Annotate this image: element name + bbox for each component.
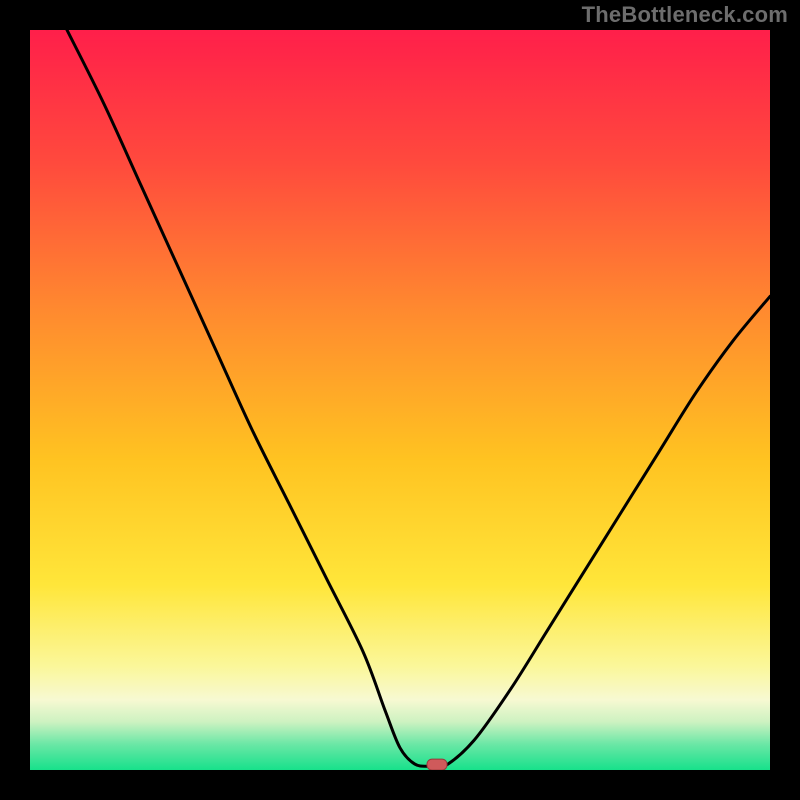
watermark-text: TheBottleneck.com [582,2,788,28]
plot-area [30,30,770,770]
gradient-background [30,30,770,770]
bottleneck-chart [30,30,770,770]
chart-frame: TheBottleneck.com [0,0,800,800]
optimum-marker [427,759,447,770]
